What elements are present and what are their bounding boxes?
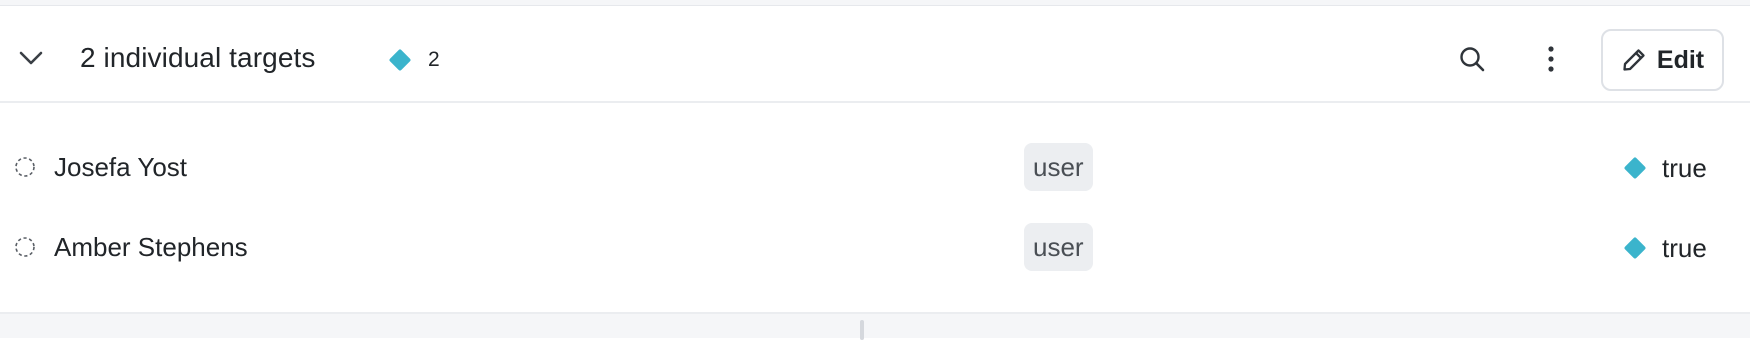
- more-vertical-icon: [1548, 46, 1554, 72]
- target-name: Josefa Yost: [54, 152, 187, 182]
- diamond-icon: [1624, 237, 1646, 259]
- diamond-icon: [389, 49, 411, 71]
- dashed-circle-icon: [15, 157, 35, 177]
- panel-title: 2 individual targets: [80, 42, 316, 73]
- pencil-icon: [1623, 49, 1645, 71]
- served-variation: true: [1620, 151, 1707, 185]
- diamond-icon: [1624, 157, 1646, 179]
- search-icon: [1460, 47, 1485, 72]
- resize-handle[interactable]: [860, 320, 864, 340]
- target-name: Amber Stephens: [54, 232, 248, 262]
- dashed-circle-icon: [15, 237, 35, 257]
- targets-panel-header: 2 individual targets 2 Edit: [0, 6, 1750, 103]
- collapse-toggle-button[interactable]: [14, 41, 48, 75]
- panel-footer: [0, 312, 1750, 340]
- search-button[interactable]: [1452, 39, 1492, 79]
- chevron-down-icon: [19, 51, 43, 65]
- target-row: Amber Stephens user true: [0, 217, 1750, 277]
- variation-count: 2: [428, 48, 440, 71]
- more-options-button[interactable]: [1531, 39, 1571, 79]
- target-row: Josefa Yost user true: [0, 137, 1750, 197]
- context-kind-badge: user: [1024, 223, 1093, 271]
- edit-button-label: Edit: [1656, 45, 1705, 74]
- variation-indicator: 2: [386, 46, 440, 74]
- served-variation: true: [1620, 231, 1707, 265]
- edit-button[interactable]: Edit: [1601, 29, 1724, 91]
- variation-value-text: true: [1662, 152, 1707, 183]
- variation-value-text: true: [1662, 232, 1707, 263]
- context-kind-badge: user: [1024, 143, 1093, 191]
